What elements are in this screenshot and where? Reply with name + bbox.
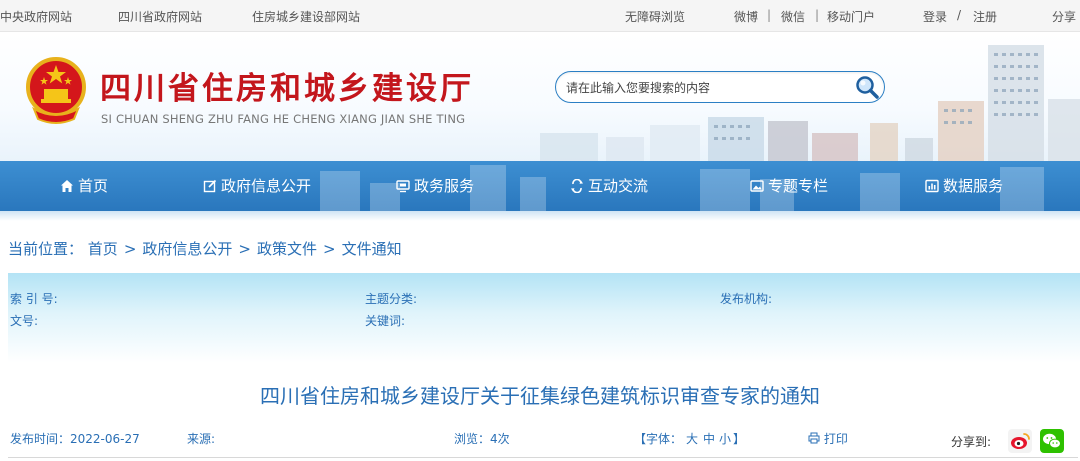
publish-time: 发布时间：2022-06-27 — [10, 432, 140, 446]
nav-home[interactable]: 首页 — [60, 161, 108, 211]
font-size-prefix: 【字体： — [634, 432, 683, 446]
edit-icon — [203, 179, 217, 193]
breadcrumb-policy-docs[interactable]: 政策文件 — [257, 240, 317, 258]
data-icon — [925, 179, 939, 193]
weibo-link[interactable]: 微博 — [734, 8, 758, 25]
breadcrumb-separator: > — [323, 240, 336, 258]
wechat-link[interactable]: 微信 — [781, 8, 805, 25]
font-size-suffix: 】 — [733, 432, 746, 446]
topic-category-label: 主题分类: — [365, 292, 418, 306]
nav-gov-services[interactable]: 政务服务 — [396, 161, 474, 211]
nav-interaction-label: 互动交流 — [588, 177, 649, 195]
central-gov-link[interactable]: 中央政府网站 — [0, 8, 72, 25]
index-number-label: 索 引 号: — [10, 292, 58, 306]
top-bar: 中央政府网站 四川省政府网站 住房城乡建设部网站 无障碍浏览 微博 | 微信 |… — [0, 0, 1080, 32]
separator: | — [767, 8, 772, 22]
divider — [8, 457, 1078, 458]
main-nav: 首页 政府信息公开 政务服务 互动交流 专题专栏 数据服务 — [0, 161, 1080, 211]
font-size-small[interactable]: 小 — [719, 430, 731, 447]
share-to-label: 分享到: — [951, 435, 992, 449]
nav-interaction[interactable]: 互动交流 — [570, 161, 648, 211]
image-icon — [750, 180, 764, 192]
separator: | — [815, 8, 820, 22]
weibo-share-icon[interactable] — [1008, 429, 1032, 453]
search-icon[interactable] — [854, 74, 880, 100]
nav-special-topics[interactable]: 专题专栏 — [750, 161, 828, 211]
keywords-label: 关键词: — [365, 314, 406, 328]
breadcrumb: 当前位置： 首页 > 政府信息公开 > 政策文件 > 文件通知 — [8, 238, 402, 259]
nav-gov-info[interactable]: 政府信息公开 — [203, 161, 311, 211]
login-link[interactable]: 登录 — [923, 8, 947, 25]
nav-data-services[interactable]: 数据服务 — [925, 161, 1003, 211]
source-label: 来源: — [187, 432, 216, 446]
document-meta-box: 索 引 号: 主题分类: 发布机构: 文号: 关键词: — [8, 273, 1080, 363]
national-emblem-icon — [26, 57, 86, 124]
site-subtitle: SI CHUAN SHENG ZHU FANG HE CHENG XIANG J… — [101, 112, 466, 126]
publisher-label: 发布机构: — [720, 292, 773, 306]
printer-icon — [808, 432, 820, 444]
slash: / — [957, 8, 962, 22]
wechat-share-icon[interactable] — [1040, 429, 1064, 453]
sichuan-gov-link[interactable]: 四川省政府网站 — [118, 8, 202, 25]
share-link[interactable]: 分享 — [1052, 8, 1076, 25]
breadcrumb-notices[interactable]: 文件通知 — [342, 240, 402, 258]
nav-skyline-decoration — [320, 165, 1044, 211]
view-count: 浏览：4次 — [454, 432, 510, 446]
register-link[interactable]: 注册 — [973, 8, 997, 25]
print-button[interactable]: 打印 — [808, 430, 848, 447]
search-box — [555, 71, 885, 103]
nav-gov-info-label: 政府信息公开 — [221, 177, 312, 195]
site-header: 四川省住房和城乡建设厅 SI CHUAN SHENG ZHU FANG HE C… — [0, 33, 1080, 161]
home-icon — [61, 180, 73, 192]
nav-home-label: 首页 — [78, 177, 109, 195]
document-number-label: 文号: — [10, 314, 39, 328]
nav-data-services-label: 数据服务 — [943, 177, 1004, 195]
breadcrumb-gov-info[interactable]: 政府信息公开 — [142, 240, 232, 258]
font-size-large[interactable]: 大 — [686, 430, 698, 447]
mohurd-link[interactable]: 住房城乡建设部网站 — [252, 8, 360, 25]
breadcrumb-prefix: 当前位置： — [8, 240, 84, 258]
nav-special-topics-label: 专题专栏 — [768, 177, 829, 195]
screen-icon — [396, 180, 410, 193]
print-label: 打印 — [823, 432, 848, 446]
accessibility-link[interactable]: 无障碍浏览 — [625, 8, 685, 25]
interact-icon — [571, 179, 583, 193]
nav-gov-services-label: 政务服务 — [414, 177, 475, 195]
nav-shadow — [0, 211, 1080, 221]
article-title: 四川省住房和城乡建设厅关于征集绿色建筑标识审查专家的通知 — [260, 384, 820, 408]
site-title[interactable]: 四川省住房和城乡建设厅 — [100, 63, 474, 108]
search-input[interactable] — [566, 78, 846, 98]
mobile-portal-link[interactable]: 移动门户 — [827, 8, 875, 25]
font-size-medium[interactable]: 中 — [703, 430, 715, 447]
breadcrumb-separator: > — [123, 240, 137, 258]
breadcrumb-home[interactable]: 首页 — [88, 240, 118, 258]
breadcrumb-separator: > — [238, 240, 251, 258]
